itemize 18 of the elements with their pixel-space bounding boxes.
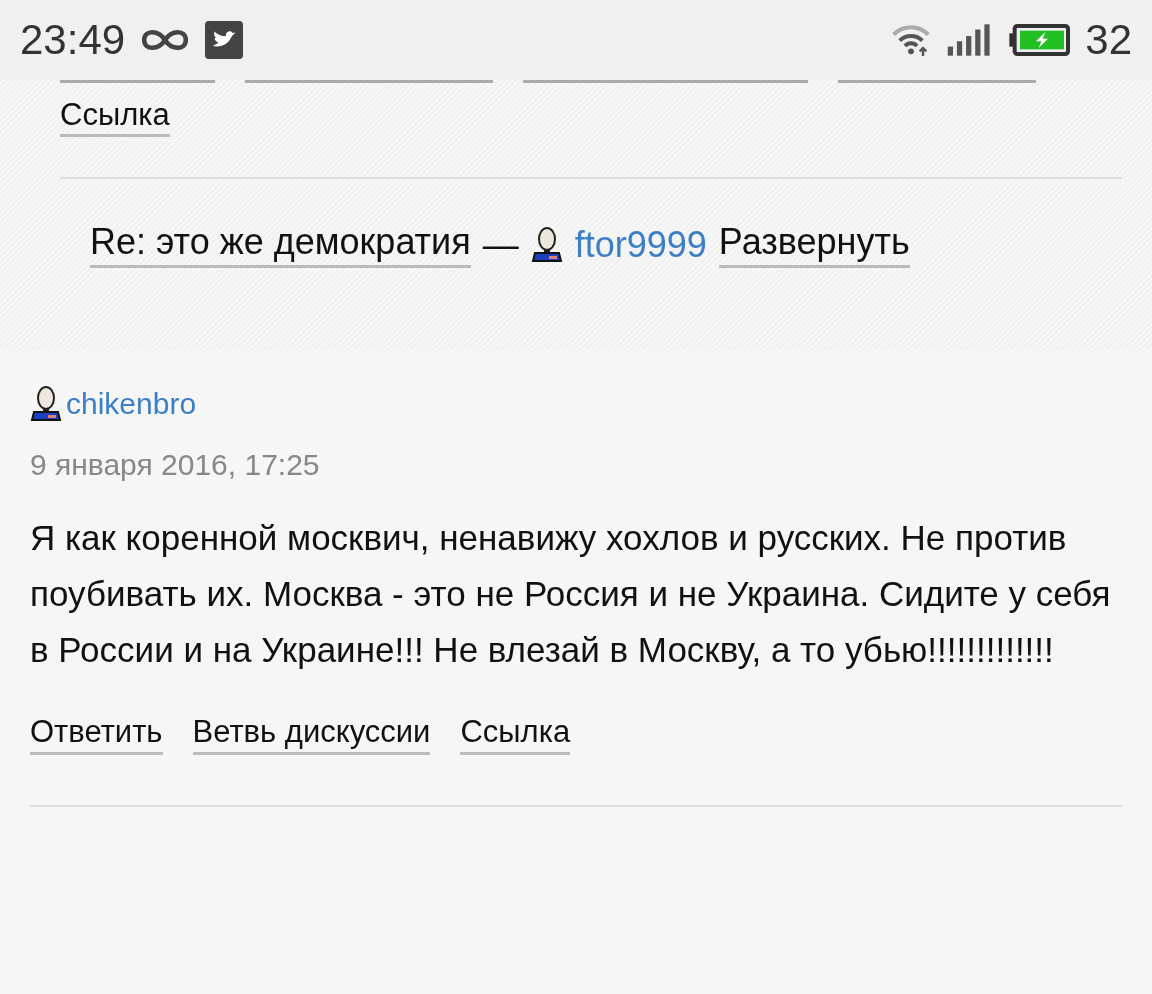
wifi-icon bbox=[891, 24, 932, 56]
battery-icon bbox=[1009, 24, 1072, 56]
expand-link[interactable]: Развернуть bbox=[718, 221, 910, 268]
clock-text: 23:49 bbox=[20, 16, 126, 64]
avatar-icon bbox=[530, 226, 563, 263]
bird-icon bbox=[205, 21, 244, 59]
username-link[interactable]: ftor9999 bbox=[574, 223, 707, 266]
battery-percent-text: 32 bbox=[1085, 16, 1132, 64]
comment-text: Я как коренной москвич, ненавижу хохлов и русских. Не против поубивать их. Москва - это не Россия и не Украина. Сидите у себя в России и на Украине!!! Не влезай в Москву, а то убью!!!!!!!!!!!!! bbox=[30, 517, 1112, 671]
action-link[interactable]: Ответить bbox=[30, 714, 163, 755]
dash-text: — bbox=[482, 223, 519, 266]
username-link[interactable]: chikenbro bbox=[66, 387, 197, 421]
link[interactable]: Ссылка bbox=[60, 97, 170, 137]
action-link[interactable]: Ссылка bbox=[460, 714, 571, 755]
comment-date: 9 января 2016, 17:25 bbox=[30, 448, 321, 482]
reply-title-link[interactable]: Re: это же демократия bbox=[90, 221, 471, 268]
action-link[interactable]: Ветвь дискуссии bbox=[192, 714, 431, 755]
avatar-icon bbox=[30, 386, 62, 422]
